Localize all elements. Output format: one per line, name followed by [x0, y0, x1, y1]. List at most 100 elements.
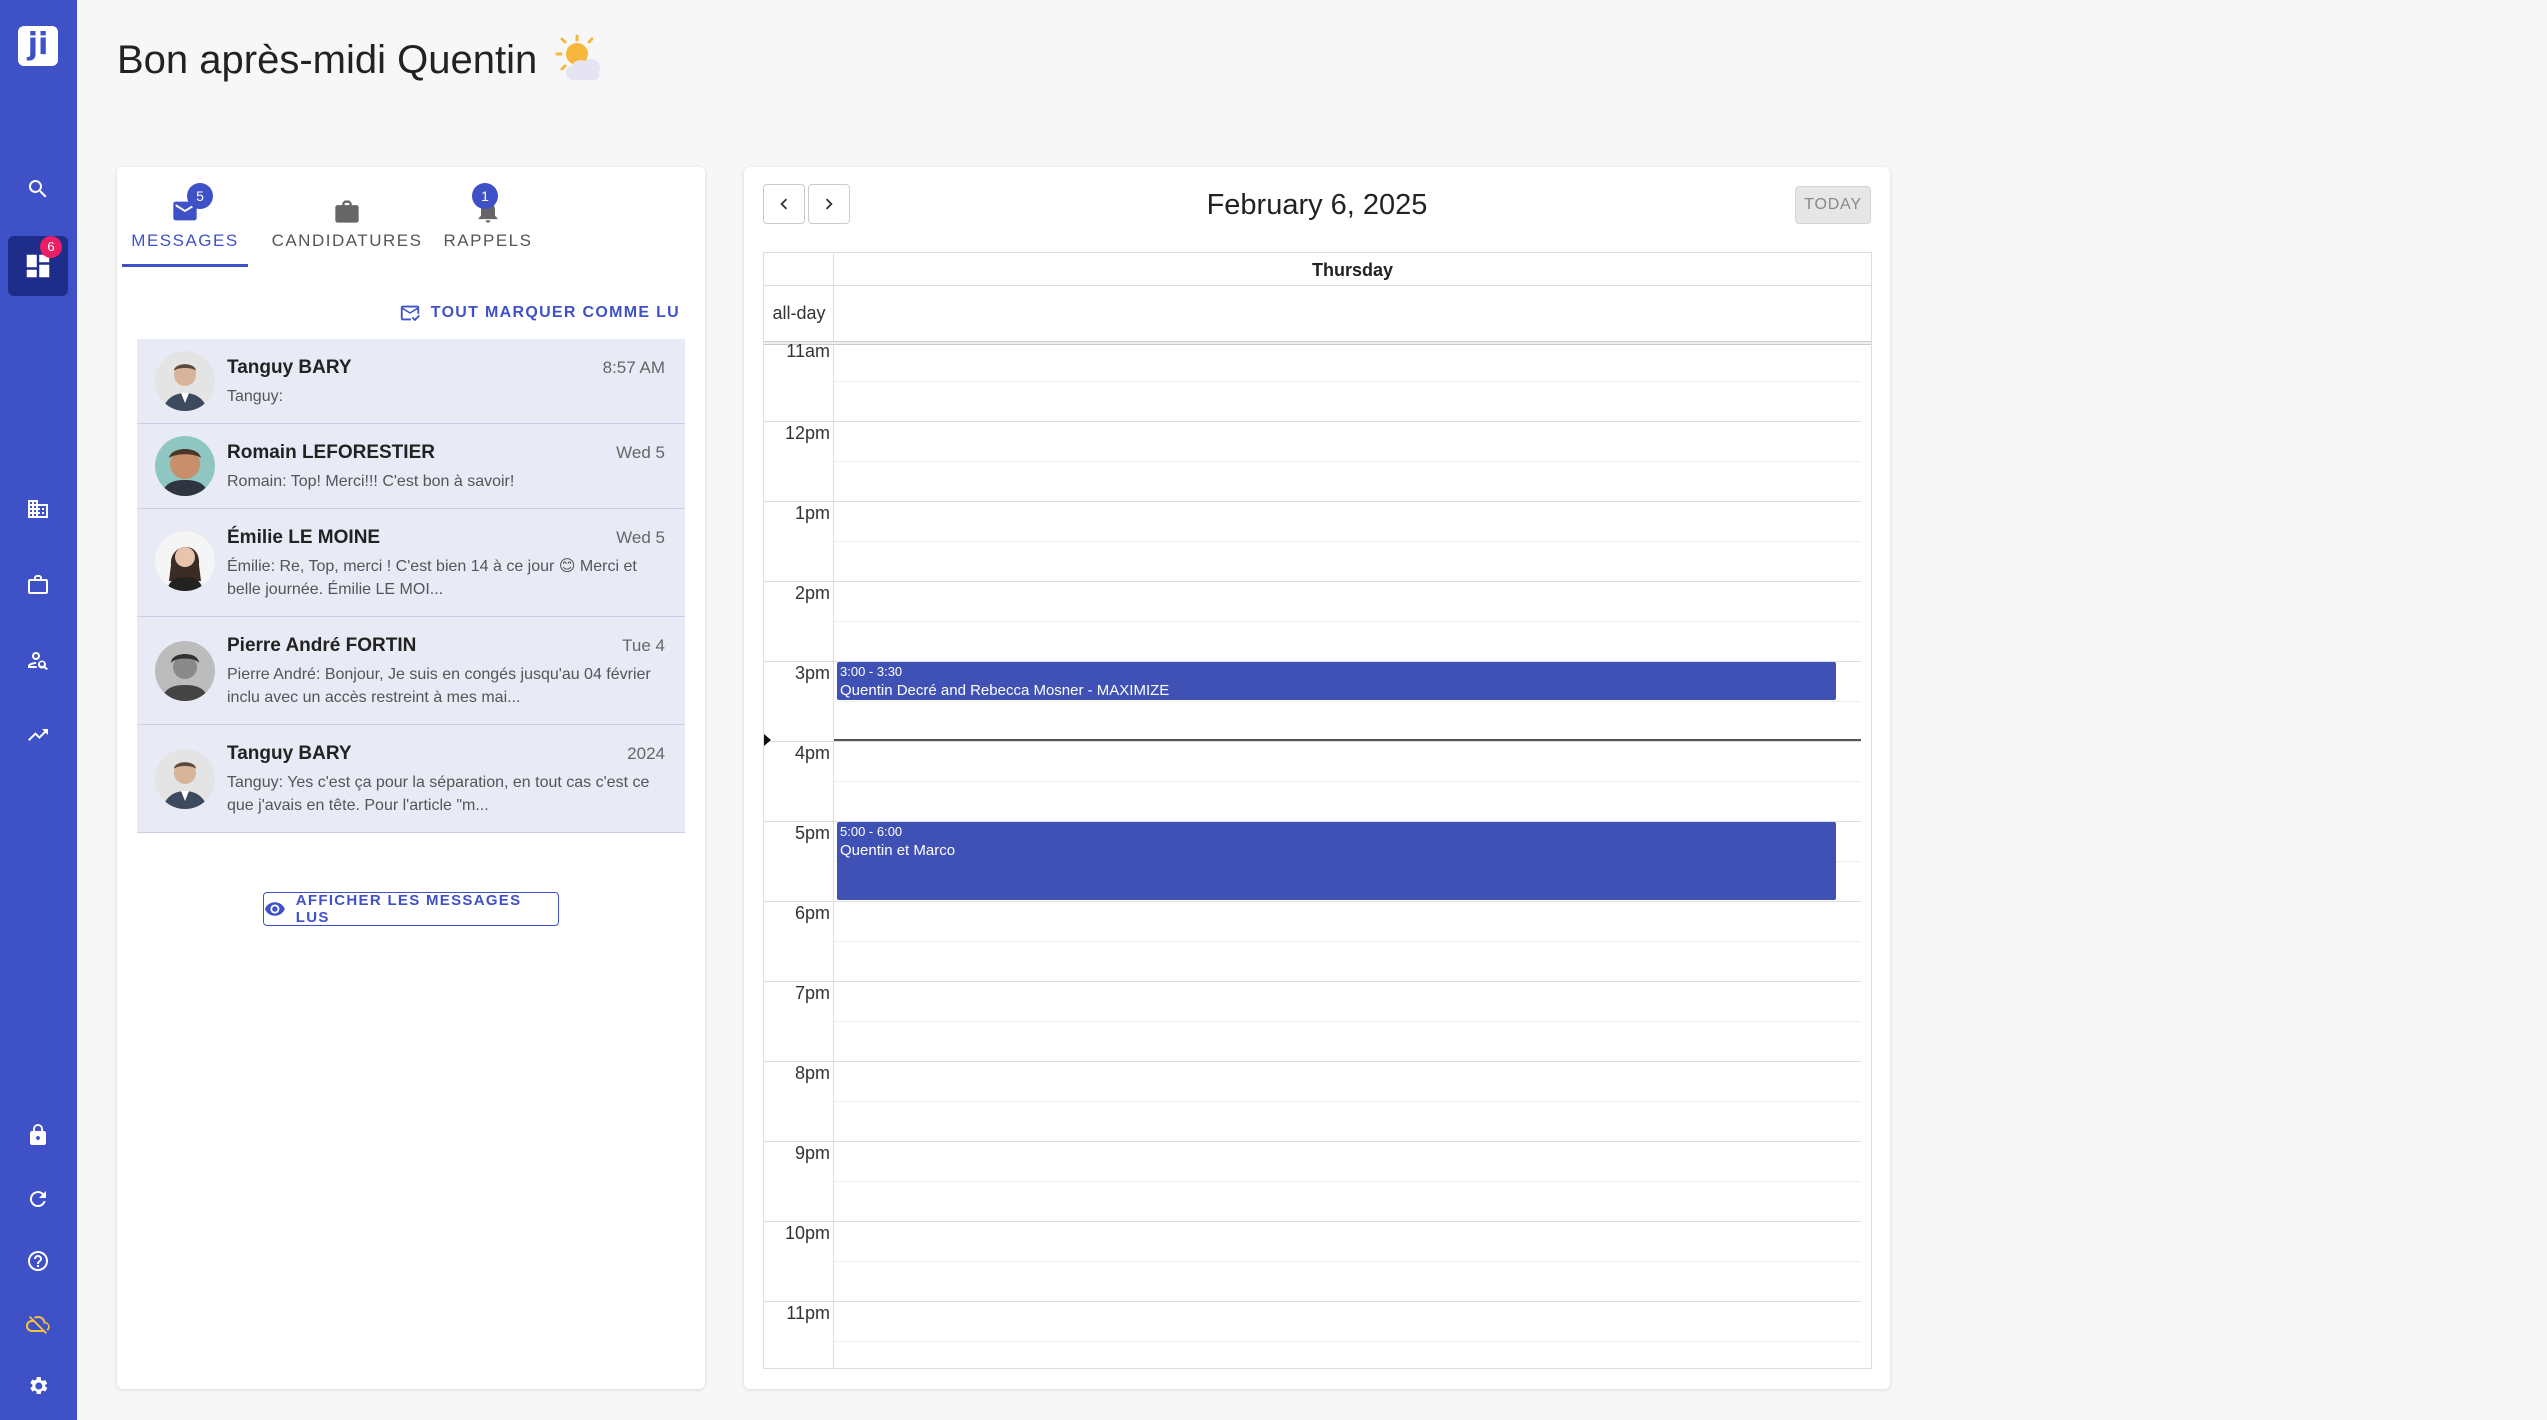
hour-gridline [834, 1301, 1861, 1302]
hour-gridline [834, 901, 1861, 902]
now-indicator-line [834, 739, 1861, 741]
day-header: Thursday [834, 253, 1871, 286]
half-hour-gridline [834, 381, 1861, 382]
hour-label: 10pm [766, 1223, 830, 1244]
half-hour-gridline [834, 701, 1861, 702]
hour-label: 7pm [766, 983, 830, 1004]
message-sender: Émilie LE MOINE [227, 527, 380, 549]
half-hour-gridline [834, 1261, 1861, 1262]
search-icon[interactable] [20, 171, 56, 207]
gutter-gridline [764, 501, 834, 502]
hour-label: 11pm [766, 1303, 830, 1324]
calendar-event[interactable]: 3:00 - 3:30Quentin Decré and Rebecca Mos… [837, 662, 1836, 700]
hour-label: 9pm [766, 1143, 830, 1164]
gutter-gridline [764, 1141, 834, 1142]
gutter-gridline [764, 901, 834, 902]
list-item[interactable]: Romain LEFORESTIER Wed 5 Romain: Top! Me… [137, 424, 685, 509]
gutter-gridline [764, 981, 834, 982]
show-read-messages-button[interactable]: AFFICHER LES MESSAGES LUS [263, 892, 559, 926]
tabs-bar: MESSAGES 5 CANDIDATURES RAPPELS 1 [117, 167, 705, 267]
message-time: Wed 5 [616, 528, 665, 548]
lock-icon[interactable] [20, 1117, 56, 1153]
dashboard-badge: 6 [40, 236, 62, 258]
help-icon[interactable] [20, 1243, 56, 1279]
today-button[interactable]: TODAY [1795, 186, 1871, 224]
tab-messages[interactable]: MESSAGES [122, 187, 248, 267]
tab-rappels-label: RAPPELS [425, 231, 551, 251]
now-indicator-arrow [764, 734, 771, 746]
avatar [155, 641, 215, 701]
avatar [155, 436, 215, 496]
half-hour-gridline [834, 781, 1861, 782]
message-time: Tue 4 [622, 636, 665, 656]
hour-label: 4pm [766, 743, 830, 764]
half-hour-gridline [834, 1021, 1861, 1022]
hour-label: 8pm [766, 1063, 830, 1084]
list-item[interactable]: Émilie LE MOINE Wed 5 Émilie: Re, Top, m… [137, 509, 685, 617]
calendar-grid: Thursday all-day 11am12pm1pm2pm3pm4pm5pm… [763, 252, 1872, 1369]
hour-label: 3pm [766, 663, 830, 684]
half-hour-gridline [834, 461, 1861, 462]
event-time: 5:00 - 6:00 [840, 824, 1833, 840]
list-item[interactable]: Tanguy BARY 8:57 AM Tanguy: [137, 339, 685, 424]
hour-gridline [834, 1221, 1861, 1222]
half-hour-gridline [834, 941, 1861, 942]
message-preview: Romain: Top! Merci!!! C'est bon à savoir… [227, 470, 667, 493]
greeting: Bon après-midi Quentin [117, 32, 607, 88]
hour-gridline [834, 501, 1861, 502]
mark-all-read-button[interactable]: TOUT MARQUER COMME LU [399, 302, 680, 324]
mark-all-read-label: TOUT MARQUER COMME LU [431, 304, 680, 322]
hour-label: 5pm [766, 823, 830, 844]
tab-candidatures-label: CANDIDATURES [257, 231, 437, 251]
event-title: Quentin Decré and Rebecca Mosner - MAXIM… [840, 680, 1833, 700]
tab-candidatures[interactable]: CANDIDATURES [257, 187, 437, 267]
briefcase-icon [333, 197, 361, 225]
rappels-badge: 1 [472, 183, 498, 209]
greeting-text: Bon après-midi Quentin [117, 38, 537, 83]
mark-read-icon [399, 302, 421, 324]
sidebar: ji 6 [0, 0, 77, 1420]
allday-label: all-day [764, 286, 834, 341]
hour-label: 12pm [766, 423, 830, 444]
message-sender: Tanguy BARY [227, 357, 352, 379]
cloud-off-icon[interactable] [20, 1306, 56, 1342]
half-hour-gridline [834, 541, 1861, 542]
message-sender: Tanguy BARY [227, 743, 352, 765]
half-hour-gridline [834, 1341, 1861, 1342]
user-search-icon[interactable] [20, 642, 56, 678]
message-time: 8:57 AM [603, 358, 665, 378]
avatar [155, 531, 215, 591]
hour-gridline [834, 981, 1861, 982]
half-hour-gridline [834, 1181, 1861, 1182]
gutter-header [764, 253, 834, 286]
gutter-gridline [764, 1221, 834, 1222]
active-tab-indicator [122, 264, 248, 267]
settings-icon[interactable] [20, 1368, 56, 1404]
avatar [155, 351, 215, 411]
briefcase-icon[interactable] [20, 566, 56, 602]
refresh-icon[interactable] [20, 1181, 56, 1217]
trending-icon[interactable] [20, 717, 56, 753]
show-read-label: AFFICHER LES MESSAGES LUS [296, 892, 558, 926]
app-logo[interactable]: ji [18, 26, 58, 66]
gutter-gridline [764, 421, 834, 422]
message-sender: Romain LEFORESTIER [227, 442, 435, 464]
gutter-gridline [764, 661, 834, 662]
gutter-gridline [764, 821, 834, 822]
gutter-gridline [764, 1301, 834, 1302]
gutter-gridline [764, 741, 834, 742]
calendar-event[interactable]: 5:00 - 6:00Quentin et Marco [837, 822, 1836, 900]
list-item[interactable]: Tanguy BARY 2024 Tanguy: Yes c'est ça po… [137, 725, 685, 833]
hour-gridline [834, 1141, 1861, 1142]
event-time: 3:00 - 3:30 [840, 664, 1833, 680]
list-item[interactable]: Pierre André FORTIN Tue 4 Pierre André: … [137, 617, 685, 725]
hour-gridline [834, 581, 1861, 582]
event-title: Quentin et Marco [840, 840, 1833, 862]
building-icon[interactable] [20, 491, 56, 527]
gutter-gridline [764, 581, 834, 582]
avatar [155, 749, 215, 809]
message-time: Wed 5 [616, 443, 665, 463]
hour-label: 11am [766, 341, 830, 362]
calendar-panel: February 6, 2025 TODAY Thursday all-day … [744, 167, 1890, 1389]
hour-label: 1pm [766, 503, 830, 524]
